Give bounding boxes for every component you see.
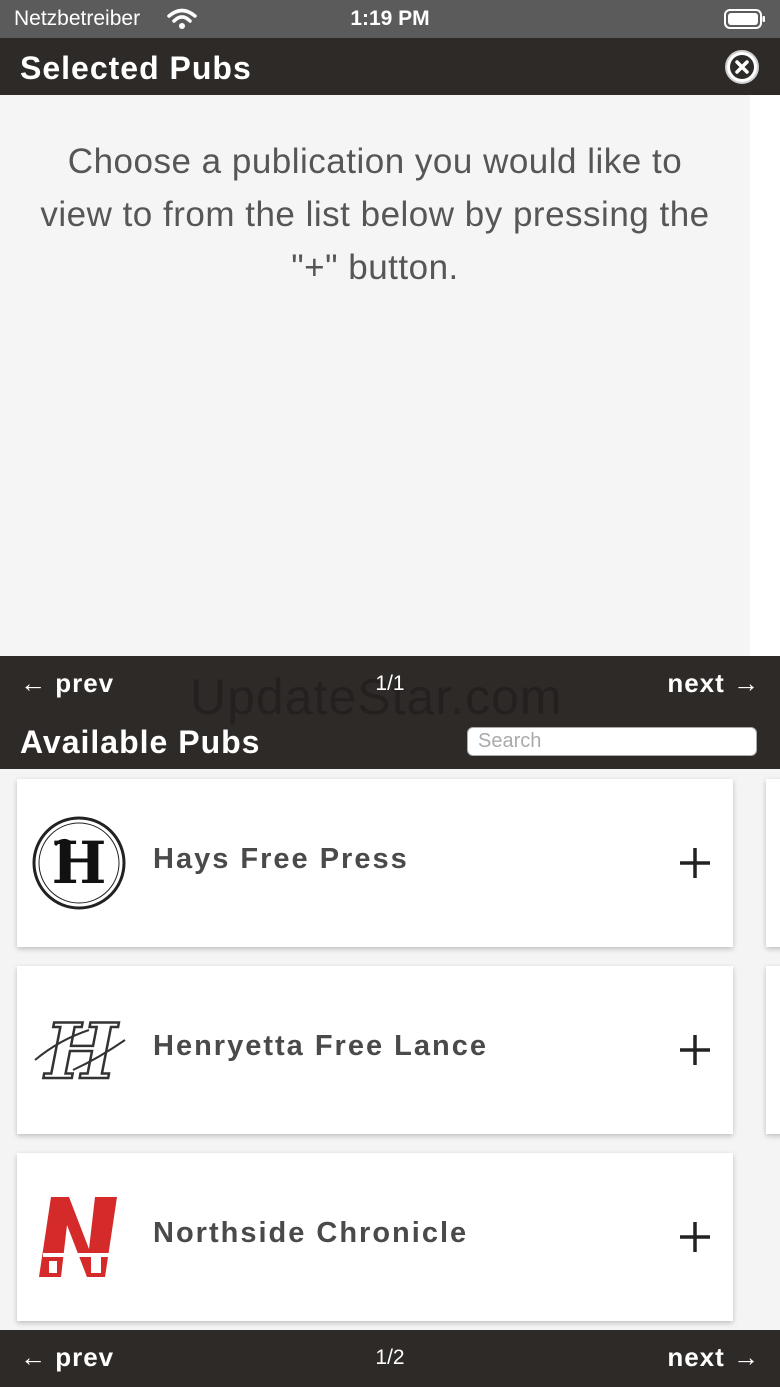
- pub-name: Henryetta Free Lance: [153, 1030, 488, 1062]
- close-icon[interactable]: [724, 49, 760, 85]
- next-column-card: [766, 779, 780, 947]
- selected-pager: UpdateStar.com ← prev 1/1 next →: [0, 656, 780, 725]
- available-pubs-title: Available Pubs: [20, 724, 261, 760]
- pub-name: Northside Chronicle: [153, 1217, 469, 1249]
- plus-icon[interactable]: [677, 845, 713, 881]
- page-indicator: 1/1: [375, 672, 405, 695]
- available-pager: ← prev 1/2 next →: [0, 1330, 780, 1386]
- svg-text:H: H: [52, 829, 107, 897]
- bottom-pager: ← prev 1/2 next →: [0, 1330, 780, 1387]
- selected-pubs-title: Selected Pubs: [20, 50, 252, 86]
- selected-pubs-header: Selected Pubs: [0, 38, 780, 95]
- pub-card-northside-chronicle[interactable]: Northside Chronicle: [17, 1153, 733, 1321]
- publication-list: H Hays Free Press H Henryetta Free Lance…: [0, 769, 780, 1330]
- clock: 1:19 PM: [350, 7, 430, 30]
- available-pubs-header: UpdateStar.com ← prev 1/1 next → Availab…: [0, 656, 780, 769]
- plus-icon[interactable]: [677, 1032, 713, 1068]
- battery-icon: [724, 9, 765, 29]
- pub-card-hays-free-press[interactable]: H Hays Free Press: [17, 779, 733, 947]
- plus-icon[interactable]: [677, 1219, 713, 1255]
- next-button[interactable]: next →: [667, 1342, 760, 1373]
- northside-chronicle-logo-icon: [39, 1197, 117, 1277]
- next-column-card: [766, 966, 780, 1134]
- pub-card-henryetta-free-lance[interactable]: H Henryetta Free Lance: [17, 966, 733, 1134]
- panel-edge: [750, 95, 780, 656]
- page-indicator: 1/2: [375, 1346, 405, 1369]
- search-input[interactable]: [467, 727, 757, 756]
- pub-name: Hays Free Press: [153, 843, 409, 875]
- hays-free-press-logo-icon: H: [32, 816, 126, 910]
- selected-pubs-hint: Choose a publication you would like to v…: [40, 142, 710, 287]
- status-bar: Netzbetreiber 1:19 PM: [0, 0, 780, 38]
- selected-pubs-panel: Choose a publication you would like to v…: [0, 95, 750, 656]
- henryetta-free-lance-logo-icon: H: [34, 1006, 126, 1097]
- next-button[interactable]: next →: [667, 668, 760, 699]
